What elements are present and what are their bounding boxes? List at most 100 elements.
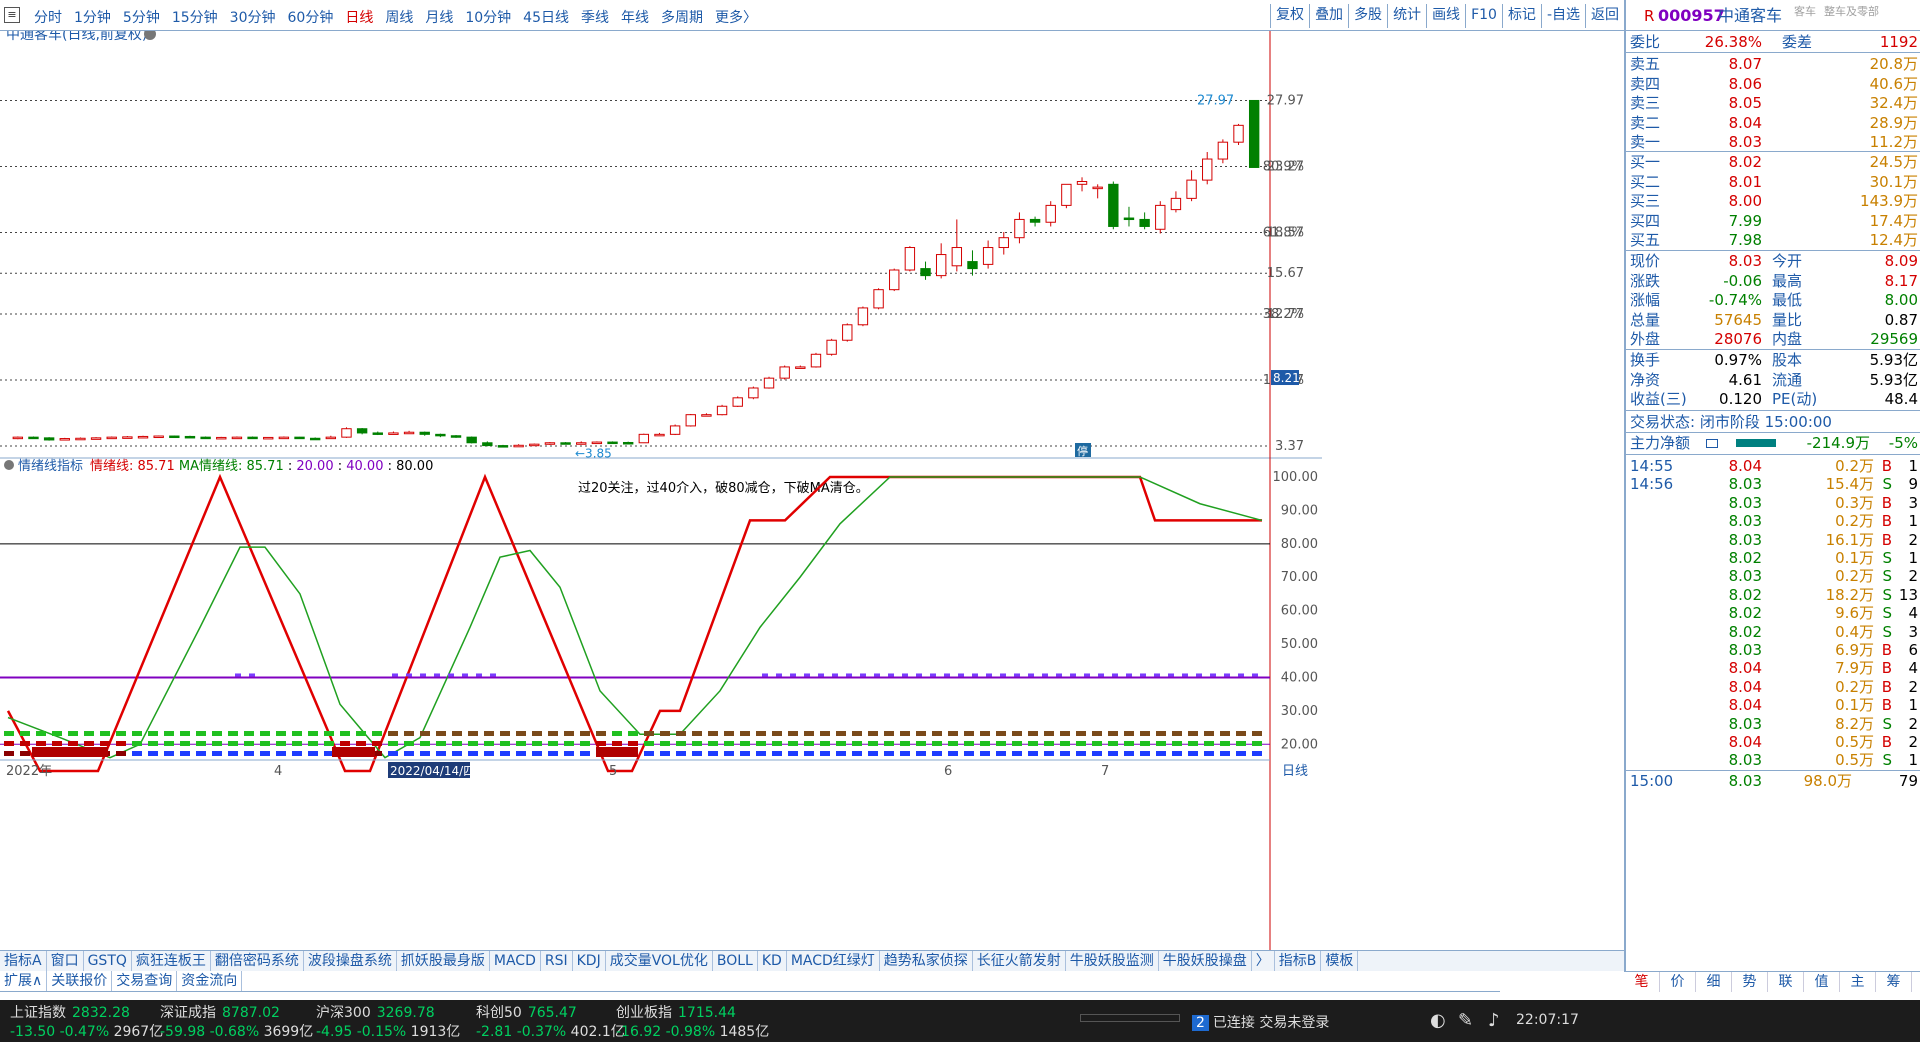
candle xyxy=(967,250,978,276)
period-10[interactable]: 45日线 xyxy=(523,10,569,26)
indicator-tab-0[interactable]: 指标A xyxy=(0,951,47,971)
panel-tab-6[interactable]: 主 xyxy=(1840,972,1876,992)
period-2[interactable]: 5分钟 xyxy=(123,10,160,26)
period-0[interactable]: 分时 xyxy=(34,10,62,26)
signal-dash xyxy=(276,731,286,736)
ext-tab-0[interactable]: 扩展∧ xyxy=(0,971,48,991)
indicator-tab-19[interactable]: 指标B xyxy=(1275,951,1322,971)
signal-dash xyxy=(324,741,334,746)
ext-tab-1[interactable]: 关联报价 xyxy=(47,971,113,991)
signal-dash xyxy=(916,751,926,756)
panel-tab-7[interactable]: 筹 xyxy=(1876,972,1912,992)
period-7[interactable]: 周线 xyxy=(385,10,413,26)
indicator-tab-8[interactable]: RSI xyxy=(541,951,573,971)
connection-status[interactable]: 2 已连接 交易未登录 xyxy=(1192,1012,1329,1032)
ext-tab-3[interactable]: 资金流向 xyxy=(177,971,243,991)
indicator-tab-9[interactable]: KDJ xyxy=(573,951,606,971)
tool-button-5[interactable]: F10 xyxy=(1465,4,1502,28)
tick-volume: 0.2万 xyxy=(1835,567,1874,586)
indicator-tab-20[interactable]: 模板 xyxy=(1321,951,1359,971)
signal-dash xyxy=(276,741,286,746)
tool-button-3[interactable]: 统计 xyxy=(1387,4,1426,28)
tool-button-2[interactable]: 多股 xyxy=(1348,4,1387,28)
signal-dash xyxy=(420,751,430,756)
tick-price: 8.03 xyxy=(1728,530,1762,549)
chat-icon[interactable]: ✎ xyxy=(1458,1010,1473,1031)
indicator-tab-6[interactable]: 抓妖股最身版 xyxy=(397,951,490,971)
indicator-tab-1[interactable]: 窗口 xyxy=(47,951,84,971)
tool-button-1[interactable]: 叠加 xyxy=(1309,4,1348,28)
signal-dash xyxy=(388,731,398,736)
tool-button-0[interactable]: 复权 xyxy=(1270,4,1309,28)
tick-time: 14:56 xyxy=(1630,475,1674,494)
panel-tab-1[interactable]: 价 xyxy=(1660,972,1696,992)
period-5[interactable]: 60分钟 xyxy=(288,10,334,26)
period-14[interactable]: 更多〉 xyxy=(715,10,757,26)
signal-dash xyxy=(436,741,446,746)
period-1[interactable]: 1分钟 xyxy=(74,10,111,26)
indicator-tab-3[interactable]: 疯狂连板王 xyxy=(132,951,211,971)
signal-dash xyxy=(1092,741,1102,746)
indicator-tab-5[interactable]: 波段操盘系统 xyxy=(304,951,397,971)
period-12[interactable]: 年线 xyxy=(621,10,649,26)
ext-tab-2[interactable]: 交易查询 xyxy=(112,971,178,991)
index-quote[interactable]: 创业板指 1715.44 xyxy=(616,1002,736,1022)
bell-icon[interactable]: ♪ xyxy=(1488,1010,1500,1031)
indicator-tab-16[interactable]: 牛股妖股监测 xyxy=(1066,951,1159,971)
quote-row: 涨跌 -0.06 最高 8.17 xyxy=(1626,271,1920,291)
panel-tab-5[interactable]: 值 xyxy=(1804,972,1840,992)
mainflow-pct: -5% xyxy=(1888,434,1918,452)
indicator-tab-17[interactable]: 牛股妖股操盘 xyxy=(1159,951,1252,971)
indicator-tick-label: 20.00 xyxy=(1281,737,1318,752)
panel-tab-0[interactable]: 笔 xyxy=(1624,972,1660,992)
signal-dot xyxy=(1070,673,1076,677)
panel-tab-3[interactable]: 势 xyxy=(1732,972,1768,992)
quote-value: -0.74% xyxy=(1708,291,1762,309)
panel-tab-4[interactable]: 联 xyxy=(1768,972,1804,992)
indicator-tab-12[interactable]: KD xyxy=(758,951,787,971)
signal-dash xyxy=(564,751,574,756)
index-quote[interactable]: 上证指数 2832.28 xyxy=(10,1002,130,1022)
indicator-tab-7[interactable]: MACD xyxy=(490,951,541,971)
period-11[interactable]: 季线 xyxy=(581,10,609,26)
tick-side: B xyxy=(1881,457,1892,475)
signal-dash xyxy=(804,751,814,756)
signal-dash xyxy=(948,741,958,746)
tool-button-4[interactable]: 画线 xyxy=(1426,4,1465,28)
signal-dash xyxy=(884,731,894,736)
panel-tab-2[interactable]: 细 xyxy=(1696,972,1732,992)
period-3[interactable]: 15分钟 xyxy=(172,10,218,26)
period-4[interactable]: 30分钟 xyxy=(230,10,276,26)
period-13[interactable]: 多周期 xyxy=(661,10,703,26)
indicator-tab-13[interactable]: MACD红绿灯 xyxy=(787,951,880,971)
index-quote[interactable]: 科创50 765.47 xyxy=(476,1002,577,1022)
signal-dash xyxy=(916,741,926,746)
main-chart[interactable]: 中通客车(日线,前复权)27.9723.2718.5715.6712.778.0… xyxy=(0,31,1322,950)
indicator-tab-18[interactable]: 〉 xyxy=(1252,951,1275,971)
tool-button-8[interactable]: 返回 xyxy=(1585,4,1624,28)
indicator-tab-2[interactable]: GSTQ xyxy=(84,951,132,971)
indicator-tab-10[interactable]: 成交量VOL优化 xyxy=(606,951,713,971)
period-8[interactable]: 月线 xyxy=(425,10,453,26)
tool-button-6[interactable]: 标记 xyxy=(1501,4,1541,28)
period-9[interactable]: 10分钟 xyxy=(465,10,511,26)
fund-label-2: PE(动) xyxy=(1772,390,1818,408)
period-6[interactable]: 日线 xyxy=(345,10,373,26)
tool-button-7[interactable]: -自选 xyxy=(1540,4,1585,28)
menu-box-icon[interactable]: ≡ xyxy=(4,7,20,23)
candle xyxy=(1014,212,1025,244)
signal-dash xyxy=(740,741,750,746)
indicator-tab-15[interactable]: 长征火箭发射 xyxy=(973,951,1066,971)
refresh-icon[interactable]: ◐ xyxy=(1430,1010,1446,1031)
signal-dash xyxy=(1044,741,1054,746)
index-quote[interactable]: 深证成指 8787.02 xyxy=(160,1002,280,1022)
signal-dash xyxy=(692,751,702,756)
index-quote[interactable]: 沪深300 3269.78 xyxy=(316,1002,435,1022)
index-change: -59.98 -0.68% 3699亿 xyxy=(160,1021,313,1041)
indicator-tab-14[interactable]: 趋势私家侦探 xyxy=(880,951,973,971)
indicator-tab-4[interactable]: 翻倍密码系统 xyxy=(211,951,304,971)
indicator-tab-11[interactable]: BOLL xyxy=(713,951,758,971)
signal-dash xyxy=(452,751,462,756)
candle xyxy=(153,435,164,439)
candle xyxy=(216,436,227,440)
